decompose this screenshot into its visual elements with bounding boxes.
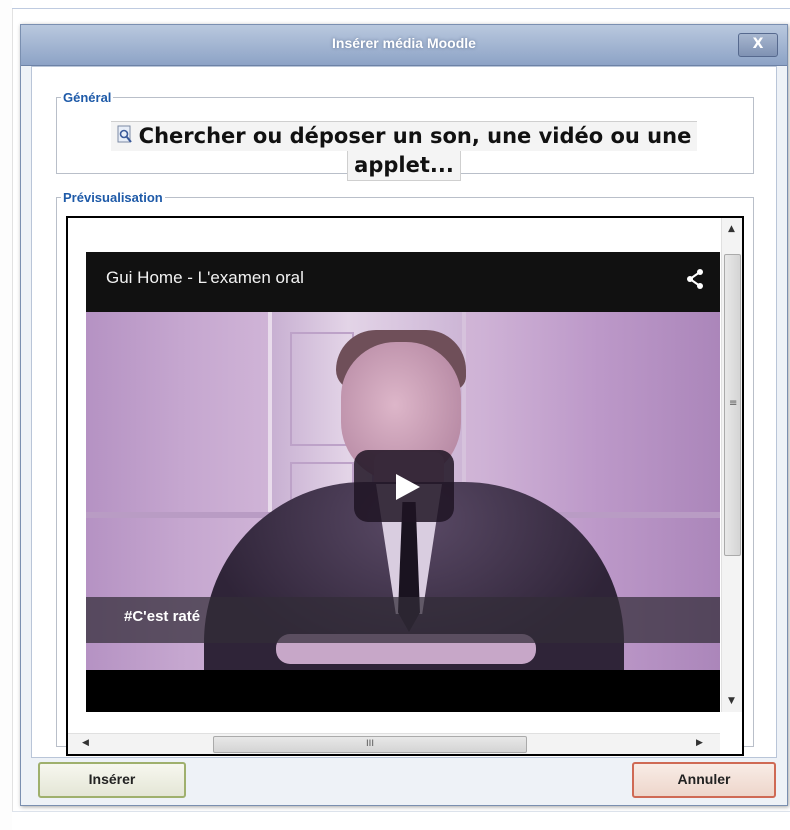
close-icon[interactable]: X <box>738 33 778 57</box>
video-title-bar: Gui Home - L'examen oral <box>86 252 720 312</box>
background-page-bottom <box>12 811 790 830</box>
search-link-line1-wrap[interactable]: Chercher ou déposer un son, une vidéo ou… <box>110 121 698 151</box>
cancel-button[interactable]: Annuler <box>632 762 776 798</box>
vertical-scrollbar[interactable]: ▲ ≡ ▼ <box>721 218 742 712</box>
preview-frame: Gui Home - L'examen oral #C'est raté ▲ ≡… <box>66 216 744 756</box>
vertical-grip: ≡ <box>729 398 738 409</box>
background-page-edge <box>0 0 13 830</box>
play-icon <box>396 474 420 500</box>
vertical-scroll-thumb[interactable]: ≡ <box>724 254 741 556</box>
scrollbar-corner <box>722 734 742 754</box>
scroll-right-icon[interactable]: ▶ <box>696 738 703 748</box>
horizontal-scrollbar[interactable]: ◀ III ▶ <box>68 733 720 754</box>
scroll-down-icon[interactable]: ▼ <box>728 696 735 706</box>
video-player[interactable]: Gui Home - L'examen oral #C'est raté <box>86 252 720 712</box>
horizontal-scroll-thumb[interactable]: III <box>213 736 527 753</box>
horizontal-grip: III <box>366 739 374 749</box>
video-bottom-bar <box>86 670 720 712</box>
video-caption: #C'est raté <box>124 608 201 625</box>
search-icon <box>117 125 132 143</box>
video-title[interactable]: Gui Home - L'examen oral <box>106 268 304 288</box>
insert-button[interactable]: Insérer <box>38 762 186 798</box>
scroll-left-icon[interactable]: ◀ <box>82 738 89 748</box>
general-legend: Général <box>63 90 112 105</box>
preview-legend: Prévisualisation <box>63 190 163 205</box>
dialog-titlebar[interactable]: Insérer média Moodle X <box>21 25 787 66</box>
search-link-line1: Chercher ou déposer un son, une vidéo ou… <box>138 124 692 148</box>
play-button[interactable] <box>354 450 454 522</box>
background-page-top <box>12 0 790 9</box>
share-icon[interactable] <box>686 268 704 290</box>
search-link-line2[interactable]: applet... <box>347 151 461 181</box>
search-media-link[interactable]: Chercher ou déposer un son, une vidéo ou… <box>89 121 719 181</box>
general-fieldset: Général Chercher ou déposer un son, une … <box>56 90 754 181</box>
dialog-title: Insérer média Moodle <box>332 35 476 51</box>
scroll-up-icon[interactable]: ▲ <box>728 224 735 234</box>
